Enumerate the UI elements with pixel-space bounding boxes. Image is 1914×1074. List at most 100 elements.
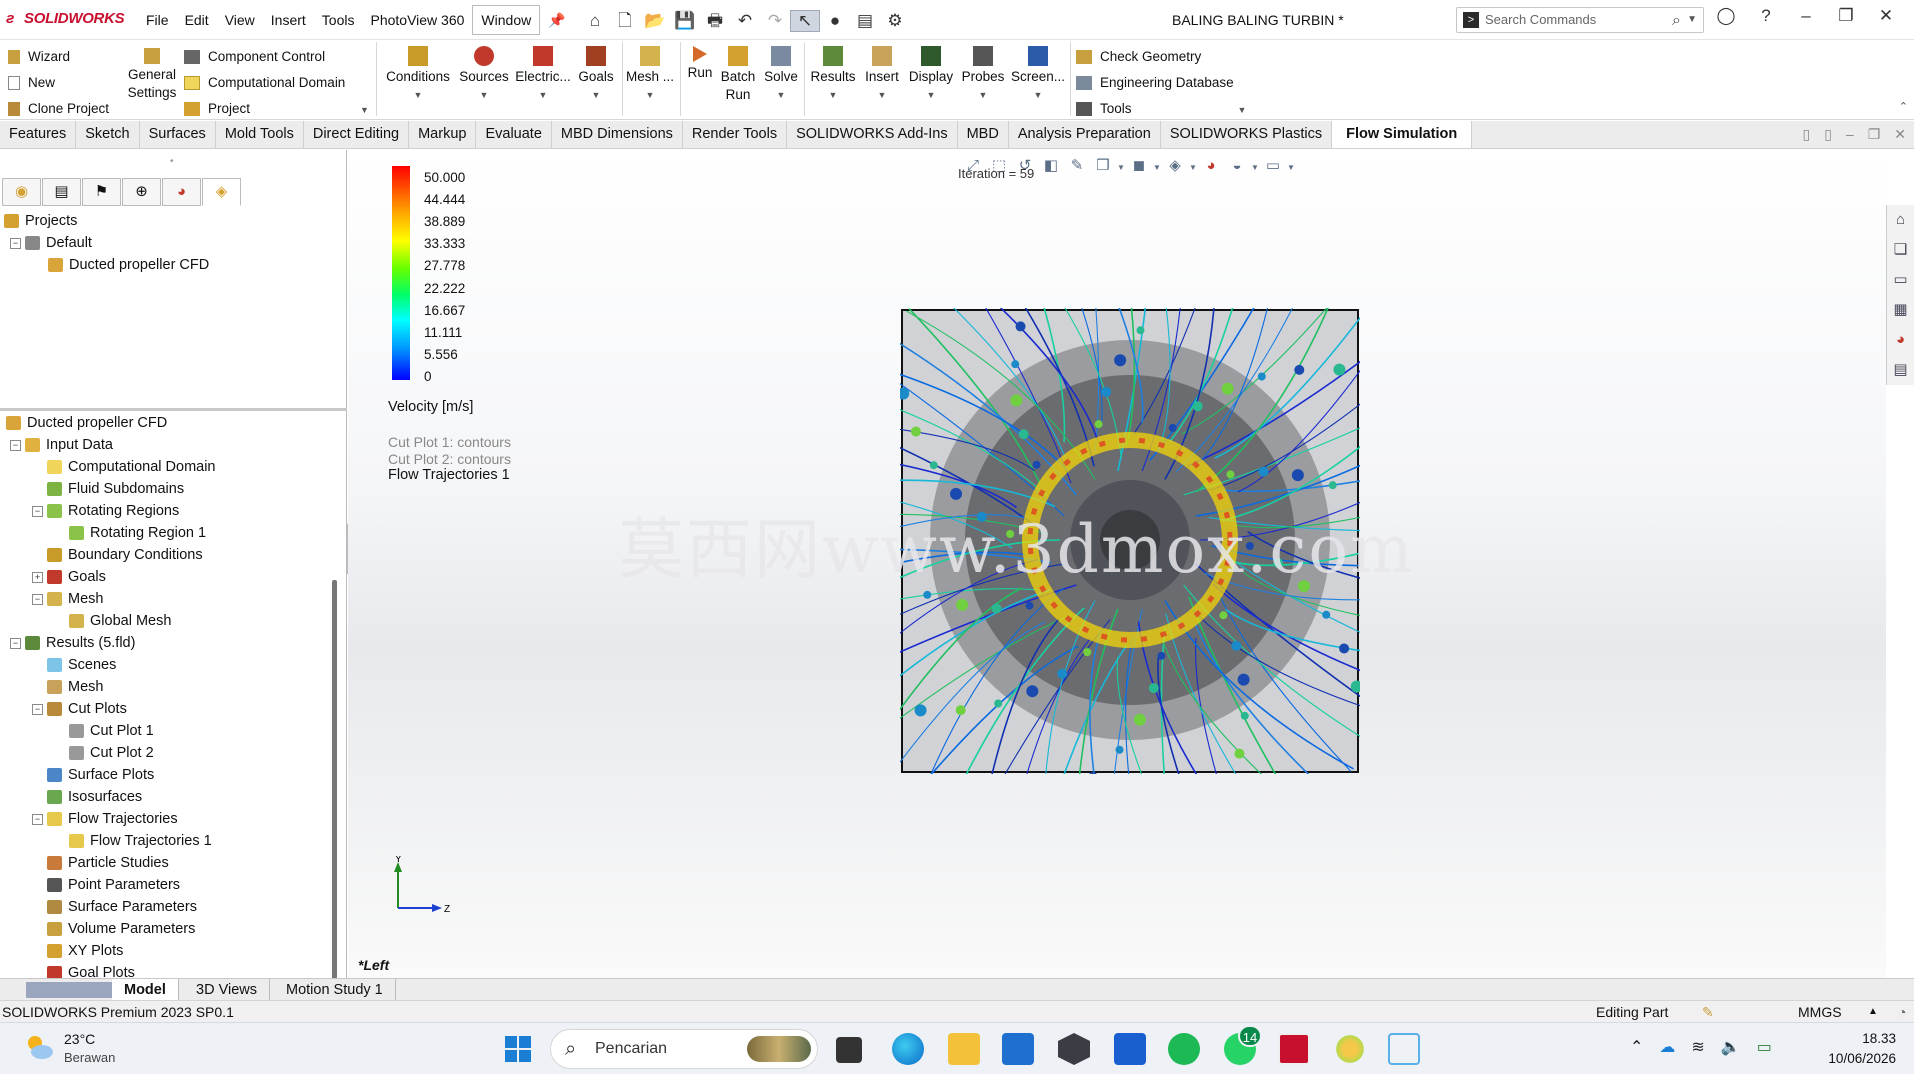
tab-evaluate[interactable]: Evaluate xyxy=(476,121,552,148)
insert-button[interactable]: Insert ▼ xyxy=(860,44,904,104)
close-icon[interactable]: ✕ xyxy=(1866,6,1906,26)
status-settings-icon[interactable]: ◔ xyxy=(1898,1001,1906,1023)
tab-mbd-dimensions[interactable]: MBD Dimensions xyxy=(552,121,683,148)
check-geometry-button[interactable]: Check Geometry xyxy=(1076,44,1246,70)
select-arrow-icon[interactable]: ↖ xyxy=(790,10,820,32)
tree-item[interactable]: Scenes xyxy=(4,654,216,676)
doc-restore-icon[interactable]: ❐ xyxy=(1868,126,1881,142)
tree-item[interactable]: Surface Parameters xyxy=(4,896,216,918)
tab-mold-tools[interactable]: Mold Tools xyxy=(216,121,304,148)
tab-scroll-arrows[interactable] xyxy=(26,982,116,998)
collapse-icon[interactable]: − xyxy=(10,439,21,451)
hide-show-icon[interactable]: ◈ xyxy=(1162,156,1188,174)
collapse-icon[interactable]: − xyxy=(32,505,43,517)
solidworks-resources-icon[interactable]: ⌂ xyxy=(1887,205,1914,235)
tree-item[interactable]: − Rotating Regions xyxy=(4,500,216,522)
tile-right-icon[interactable]: ▯ xyxy=(1824,126,1832,142)
component-control-button[interactable]: Component Control xyxy=(184,44,369,70)
menu-photoview[interactable]: PhotoView 360 xyxy=(362,0,472,40)
chevron-down-icon[interactable]: ▼ xyxy=(360,105,369,115)
tab-plastics[interactable]: SOLIDWORKS Plastics xyxy=(1161,121,1333,148)
tree-item-default[interactable]: − Default xyxy=(4,232,209,254)
probes-button[interactable]: Probes ▼ xyxy=(958,44,1008,104)
sources-button[interactable]: Sources ▼ xyxy=(456,44,512,104)
app-cube-icon[interactable] xyxy=(1058,1033,1090,1065)
tree-item[interactable]: Global Mesh xyxy=(4,610,216,632)
tree-item-project[interactable]: Ducted propeller CFD xyxy=(4,254,209,276)
doc-minimize-icon[interactable]: – xyxy=(1846,126,1854,142)
tree-item[interactable]: Cut Plot 2 xyxy=(4,742,216,764)
panel-grip[interactable]: • xyxy=(170,156,174,167)
collapse-icon[interactable]: − xyxy=(10,637,21,649)
solve-button[interactable]: Solve ▼ xyxy=(760,44,802,104)
windows-start-icon[interactable] xyxy=(502,1033,534,1065)
tree-item[interactable]: + Goals xyxy=(4,566,216,588)
tab-flow-simulation[interactable]: Flow Simulation xyxy=(1332,121,1473,148)
app-chart-icon[interactable] xyxy=(1114,1033,1146,1065)
tab-features[interactable]: Features xyxy=(0,121,77,148)
panel-splitter[interactable] xyxy=(0,408,347,411)
apply-scene-icon[interactable]: ◒ xyxy=(1224,157,1250,174)
whatsapp-icon[interactable]: 14 xyxy=(1224,1025,1262,1065)
tile-left-icon[interactable]: ▯ xyxy=(1802,126,1810,142)
tree-item[interactable]: XY Plots xyxy=(4,940,216,962)
project-button[interactable]: Project ▼ xyxy=(184,96,369,122)
flow-simulation-tab-icon[interactable]: ◈ xyxy=(202,178,241,206)
expand-icon[interactable]: + xyxy=(32,571,43,583)
tree-item[interactable]: Fluid Subdomains xyxy=(4,478,216,500)
rebuild-icon[interactable]: ✎ xyxy=(1702,1001,1714,1023)
tree-item[interactable]: −Ducted propeller CFD xyxy=(4,412,216,434)
edge-browser-icon[interactable] xyxy=(892,1033,924,1065)
tree-item-projects[interactable]: Projects xyxy=(4,210,209,232)
spotify-icon[interactable] xyxy=(1168,1033,1200,1065)
tab-markup[interactable]: Markup xyxy=(409,121,477,148)
menu-view[interactable]: View xyxy=(217,0,263,40)
user-account-icon[interactable]: ◯ xyxy=(1706,6,1746,26)
tree-item[interactable]: Volume Parameters xyxy=(4,918,216,940)
screen-button[interactable]: Screen... ▼ xyxy=(1010,44,1066,104)
tree-item[interactable]: − Flow Trajectories xyxy=(4,808,216,830)
tree-item[interactable]: Flow Trajectories 1 xyxy=(4,830,216,852)
menu-window[interactable]: Window xyxy=(472,5,541,35)
tray-chevron-up-icon[interactable]: ⌃ xyxy=(1630,1039,1643,1056)
collapse-icon[interactable]: − xyxy=(32,703,43,715)
tree-item[interactable]: Particle Studies xyxy=(4,852,216,874)
taskbar-search[interactable]: ⌕ Pencarian xyxy=(550,1029,818,1069)
batch-run-button[interactable]: Batch Run xyxy=(718,44,758,104)
tree-scrollbar[interactable] xyxy=(332,580,337,1030)
tab-direct-editing[interactable]: Direct Editing xyxy=(304,121,410,148)
microsoft-store-icon[interactable] xyxy=(1002,1033,1034,1065)
app-flower-icon[interactable] xyxy=(1334,1033,1366,1065)
solidworks-logo[interactable]: ƨ SOLIDWORKS xyxy=(6,10,125,27)
tab-motion-study[interactable]: Motion Study 1 xyxy=(274,979,396,1001)
conditions-button[interactable]: Conditions ▼ xyxy=(382,44,454,104)
tab-sketch[interactable]: Sketch xyxy=(76,121,140,148)
volume-icon[interactable]: 🔈 xyxy=(1721,1039,1741,1056)
clone-project-button[interactable]: Clone Project xyxy=(8,96,109,122)
onedrive-icon[interactable]: ☁ xyxy=(1659,1039,1675,1056)
view-settings-icon[interactable]: ▭ xyxy=(1260,156,1286,174)
pin-icon[interactable]: 📌 xyxy=(540,0,573,40)
file-properties-icon[interactable]: ▤ xyxy=(850,11,880,31)
menu-tools[interactable]: Tools xyxy=(314,0,363,40)
section-view-icon[interactable]: ◧ xyxy=(1038,156,1064,174)
collapse-icon[interactable]: − xyxy=(32,813,43,825)
tree-item[interactable]: Cut Plot 1 xyxy=(4,720,216,742)
display-manager-tab-icon[interactable]: ◕ xyxy=(162,178,201,206)
tools-button[interactable]: Tools ▼ xyxy=(1076,96,1246,122)
tab-3d-views[interactable]: 3D Views xyxy=(184,979,270,1001)
home-icon[interactable]: ⌂ xyxy=(580,11,610,31)
electric-button[interactable]: Electric... ▼ xyxy=(514,44,572,104)
property-manager-tab-icon[interactable]: ▤ xyxy=(42,178,81,206)
dynamic-annotation-icon[interactable]: ✎ xyxy=(1064,156,1090,174)
wizard-button[interactable]: Wizard xyxy=(8,44,109,70)
tree-item[interactable]: Mesh xyxy=(4,676,216,698)
search-commands-input[interactable]: > Search Commands ⌕ ▼ xyxy=(1456,7,1704,33)
collapse-ribbon-icon[interactable]: ⌃ xyxy=(1899,100,1908,113)
file-explorer-taskbar-icon[interactable] xyxy=(948,1033,980,1065)
restore-icon[interactable]: ❐ xyxy=(1826,6,1866,26)
general-settings-button[interactable]: General Settings xyxy=(124,46,180,102)
dimxpert-tab-icon[interactable]: ⊕ xyxy=(122,178,161,206)
edit-appearance-icon[interactable]: ◕ xyxy=(1198,157,1224,174)
taskbar-clock[interactable]: 18.33 10/06/2026 xyxy=(1828,1029,1896,1069)
